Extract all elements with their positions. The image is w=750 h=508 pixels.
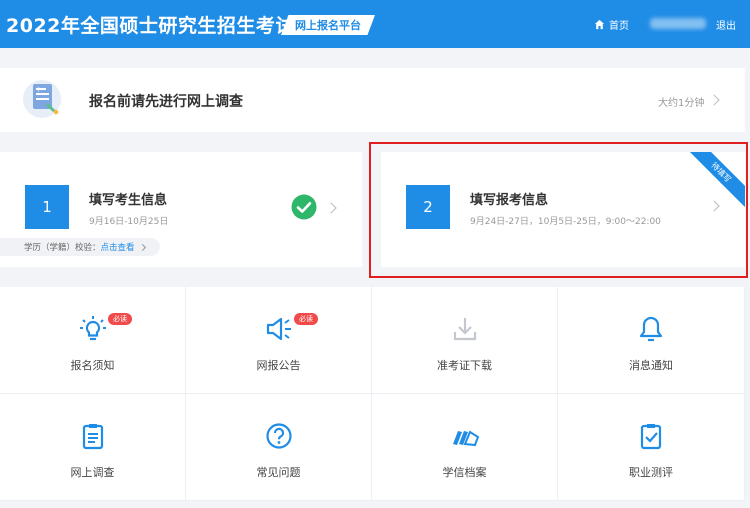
chevron-right-icon bbox=[708, 200, 720, 212]
tile-label: 报名须知 bbox=[70, 359, 115, 372]
home-icon bbox=[594, 19, 605, 29]
feature-grid: 必读 报名须知 必读 网报公告 准考证下载 消息通知 网上调查 常见问题 学信档… bbox=[0, 287, 745, 501]
user-name-blurred bbox=[650, 18, 706, 29]
education-verify-bar[interactable]: 学历（学籍）校验： 点击查看 bbox=[0, 238, 160, 256]
tile-label: 网上调查 bbox=[70, 466, 115, 479]
tile-label: 网报公告 bbox=[256, 359, 301, 372]
tile-career-assessment[interactable]: 职业测评 bbox=[558, 394, 745, 501]
platform-tag: 网上报名平台 bbox=[281, 15, 375, 35]
step-1-title: 填写考生信息 bbox=[89, 193, 168, 208]
bell-icon bbox=[639, 316, 663, 342]
chevron-right-icon bbox=[325, 202, 337, 214]
tile-online-survey[interactable]: 网上调查 bbox=[0, 394, 186, 501]
chevron-right-icon bbox=[138, 243, 146, 251]
clipboard-icon bbox=[82, 424, 104, 450]
lightbulb-icon bbox=[80, 316, 106, 341]
download-icon bbox=[453, 318, 477, 341]
step-2-number: 2 bbox=[406, 185, 450, 229]
tile-label: 消息通知 bbox=[629, 359, 673, 372]
survey-card[interactable]: ? 报名前请先进行网上调查 大约1分钟 bbox=[0, 68, 745, 132]
chevron-right-icon bbox=[708, 94, 720, 106]
required-badge: 必读 bbox=[108, 313, 132, 325]
tile-notifications[interactable]: 消息通知 bbox=[558, 287, 745, 394]
logout-button[interactable]: 退出 bbox=[716, 17, 736, 32]
survey-title: 报名前请先进行网上调查 bbox=[89, 94, 243, 110]
question-icon bbox=[266, 423, 292, 449]
tile-label: 职业测评 bbox=[629, 466, 673, 479]
step-2-title: 填写报考信息 bbox=[470, 193, 549, 208]
step-1-date: 9月16日-10月25日 bbox=[89, 217, 169, 227]
top-header: 2022年全国硕士研究生招生考试 网上报名平台 首页 退出 bbox=[0, 0, 750, 48]
verify-link[interactable]: 点击查看 bbox=[101, 241, 135, 253]
required-badge: 必读 bbox=[294, 313, 318, 325]
svg-text:?: ? bbox=[37, 87, 40, 94]
home-label: 首页 bbox=[609, 20, 629, 32]
step-2-date: 9月24日-27日，10月5日-25日，9:00～22:00 bbox=[470, 217, 661, 227]
tile-label: 准考证下载 bbox=[437, 359, 492, 372]
verify-label: 学历（学籍）校验： bbox=[24, 243, 101, 253]
page-title: 2022年全国硕士研究生招生考试 bbox=[6, 15, 295, 37]
step-1-number: 1 bbox=[25, 185, 69, 229]
tile-admission-ticket[interactable]: 准考证下载 bbox=[372, 287, 558, 394]
tile-registration-notice[interactable]: 必读 报名须知 bbox=[0, 287, 186, 394]
tile-label: 学信档案 bbox=[442, 466, 487, 479]
document-icon: ? bbox=[23, 80, 61, 118]
tile-announcement[interactable]: 必读 网报公告 bbox=[186, 287, 372, 394]
check-circle-icon bbox=[291, 194, 317, 220]
tile-label: 常见问题 bbox=[256, 466, 301, 479]
books-icon bbox=[453, 430, 479, 447]
survey-duration: 大约1分钟 bbox=[658, 98, 705, 109]
home-link[interactable]: 首页 bbox=[594, 17, 629, 32]
megaphone-icon bbox=[266, 317, 291, 341]
clipboard-check-icon bbox=[640, 424, 662, 450]
tile-academic-record[interactable]: 学信档案 bbox=[372, 394, 558, 501]
step-2-card[interactable]: 2 填写报考信息 9月24日-27日，10月5日-25日，9:00～22:00 bbox=[381, 152, 745, 267]
tile-faq[interactable]: 常见问题 bbox=[186, 394, 372, 501]
